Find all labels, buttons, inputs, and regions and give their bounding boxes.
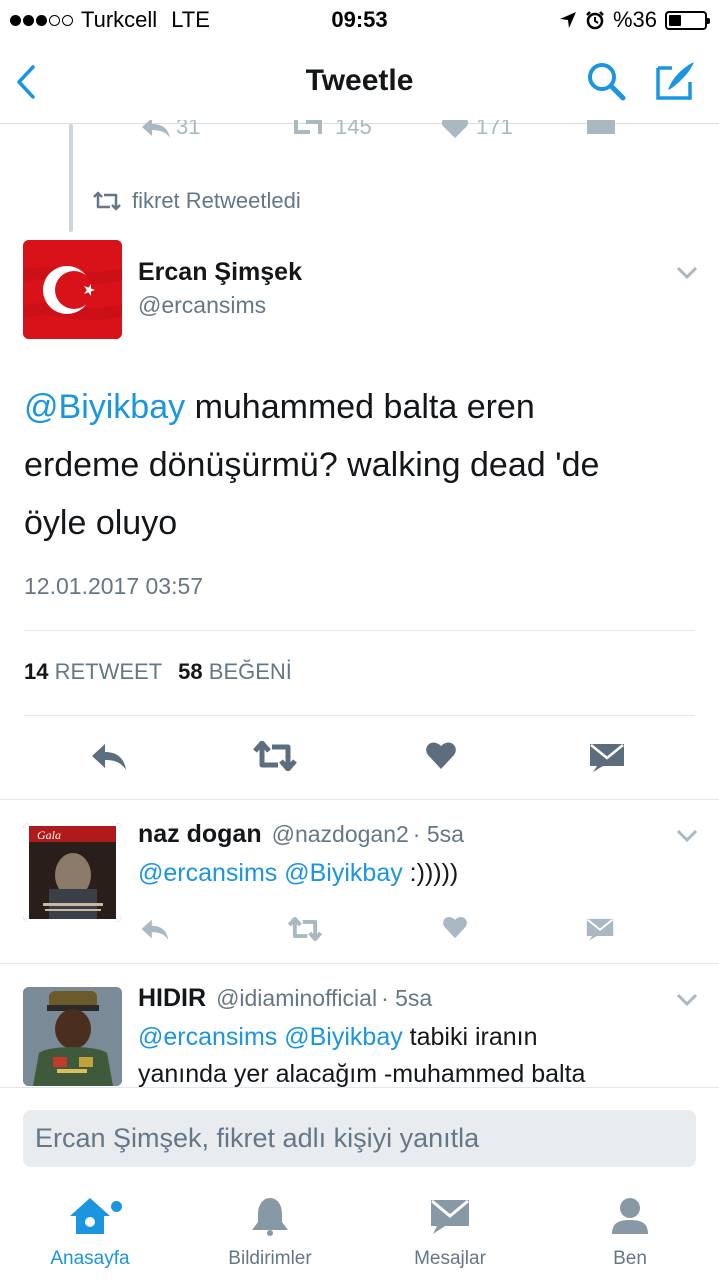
compose-tweet-icon[interactable] bbox=[654, 58, 698, 102]
previous-tweet-actions: 31 145 171 bbox=[0, 120, 719, 140]
retweet-context: fikret Retweetledi bbox=[92, 188, 301, 214]
reply-icon[interactable] bbox=[90, 742, 128, 770]
avatar[interactable]: Gala bbox=[23, 823, 122, 922]
envelope-icon[interactable] bbox=[586, 917, 614, 941]
reply-author-handle[interactable]: @idiaminofficial bbox=[216, 985, 377, 1012]
person-icon bbox=[612, 1198, 648, 1234]
mention-link[interactable]: @Biyikbay bbox=[284, 1023, 402, 1051]
retweet-stat-count: 14 bbox=[24, 659, 49, 684]
tab-messages[interactable]: Mesajlar bbox=[380, 1196, 520, 1270]
tweet-text-line: öyle oluyo bbox=[24, 504, 178, 542]
retweet-icon[interactable] bbox=[287, 917, 323, 941]
avatar[interactable] bbox=[23, 987, 122, 1086]
reply-text: @ercansims @Biyikbay :))))) bbox=[138, 855, 698, 892]
envelope-icon[interactable] bbox=[586, 120, 616, 136]
tweet-text: @Biyikbay muhammed balta eren erdeme dön… bbox=[24, 378, 704, 552]
bell-icon bbox=[252, 1198, 288, 1236]
author-handle[interactable]: @ercansims bbox=[138, 292, 266, 319]
retweet-icon[interactable] bbox=[252, 741, 298, 771]
avatar[interactable] bbox=[23, 240, 122, 339]
like-count: 171 bbox=[476, 120, 513, 139]
magazine-cover-image: Gala bbox=[23, 823, 122, 922]
heart-icon[interactable] bbox=[425, 740, 457, 770]
mention-link[interactable]: @ercansims bbox=[138, 859, 277, 887]
navigation-bar: Tweetle bbox=[0, 40, 719, 124]
battery-percent: %36 bbox=[612, 7, 657, 32]
heart-icon[interactable] bbox=[442, 915, 468, 939]
divider bbox=[0, 799, 719, 800]
mention-link[interactable]: @Biyikbay bbox=[284, 859, 402, 887]
reply-header: naz dogan @nazdogan2 · 5sa bbox=[138, 820, 464, 849]
heart-icon[interactable] bbox=[441, 120, 469, 138]
chevron-down-icon[interactable] bbox=[676, 266, 698, 280]
divider bbox=[24, 715, 695, 716]
turkish-flag-icon bbox=[23, 240, 122, 339]
reply-author-name[interactable]: HIDIR bbox=[138, 984, 206, 1013]
general-portrait-image bbox=[23, 987, 122, 1086]
tab-notifications[interactable]: Bildirimler bbox=[200, 1196, 340, 1270]
reply-text: @ercansims @Biyikbay tabiki iranın yanın… bbox=[138, 1019, 698, 1087]
retweet-context-label: fikret Retweetledi bbox=[132, 188, 301, 213]
chevron-down-icon[interactable] bbox=[676, 829, 698, 843]
status-bar: Turkcell LTE 09:53 %36 bbox=[0, 0, 719, 40]
author-name[interactable]: Ercan Şimşek bbox=[138, 258, 302, 287]
chevron-down-icon[interactable] bbox=[676, 993, 698, 1007]
reply-text-body: tabiki iranın bbox=[402, 1023, 538, 1051]
reply-icon[interactable] bbox=[140, 120, 172, 138]
search-icon[interactable] bbox=[585, 60, 627, 102]
svg-text:Gala: Gala bbox=[37, 828, 61, 842]
tab-home[interactable]: Anasayfa bbox=[20, 1196, 160, 1270]
reply-icon[interactable] bbox=[140, 918, 170, 940]
reply-time: · 5sa bbox=[412, 821, 464, 847]
reply-time: · 5sa bbox=[381, 985, 433, 1011]
reply-text-body: yanında yer alacağım -muhammed balta bbox=[138, 1060, 586, 1087]
retweet-stat[interactable]: 14 RETWEET bbox=[24, 659, 162, 685]
location-arrow-icon bbox=[559, 12, 576, 28]
like-stat-count: 58 bbox=[178, 659, 203, 684]
divider bbox=[0, 963, 719, 964]
retweet-icon[interactable] bbox=[290, 120, 326, 138]
tab-label: Bildirimler bbox=[228, 1248, 312, 1269]
envelope-icon bbox=[431, 1199, 469, 1234]
battery-icon bbox=[665, 10, 710, 30]
retweet-stat-label: RETWEET bbox=[54, 659, 163, 684]
reply-input-placeholder: Ercan Şimşek, fikret adlı kişiyi yanıtla bbox=[35, 1123, 480, 1153]
alarm-clock-icon bbox=[586, 11, 604, 30]
reply-count: 31 bbox=[176, 120, 201, 139]
reply-text-body: :))))) bbox=[402, 859, 459, 887]
engagement-stats: 14 RETWEET 58 BEĞENİ bbox=[24, 659, 292, 685]
mention-link[interactable]: @Biyikbay bbox=[24, 388, 185, 426]
tweet-timestamp: 12.01.2017 03:57 bbox=[24, 573, 204, 599]
thread-line bbox=[69, 124, 73, 232]
reply-input[interactable]: Ercan Şimşek, fikret adlı kişiyi yanıtla bbox=[23, 1110, 696, 1167]
retweet-icon bbox=[93, 191, 121, 211]
retweet-count: 145 bbox=[335, 120, 372, 139]
tab-label: Mesajlar bbox=[414, 1248, 486, 1269]
tab-profile[interactable]: Ben bbox=[560, 1196, 700, 1270]
tab-label: Ben bbox=[613, 1248, 647, 1269]
tweet-text-line: muhammed balta eren bbox=[185, 388, 535, 426]
home-icon bbox=[70, 1198, 110, 1234]
status-right: %36 bbox=[559, 7, 710, 33]
tweet-text-line: erdeme dönüşürmü? walking dead 'de bbox=[24, 446, 600, 484]
envelope-icon[interactable] bbox=[589, 742, 625, 772]
tab-label: Anasayfa bbox=[50, 1248, 130, 1269]
reply-header: HIDIR @idiaminofficial · 5sa bbox=[138, 984, 432, 1013]
reply-author-name[interactable]: naz dogan bbox=[138, 820, 262, 849]
like-stat-label: BEĞENİ bbox=[208, 659, 292, 684]
like-stat[interactable]: 58 BEĞENİ bbox=[178, 659, 292, 685]
mention-link[interactable]: @ercansims bbox=[138, 1023, 277, 1051]
divider bbox=[24, 630, 695, 631]
reply-author-handle[interactable]: @nazdogan2 bbox=[272, 821, 409, 848]
notification-dot bbox=[111, 1201, 122, 1212]
